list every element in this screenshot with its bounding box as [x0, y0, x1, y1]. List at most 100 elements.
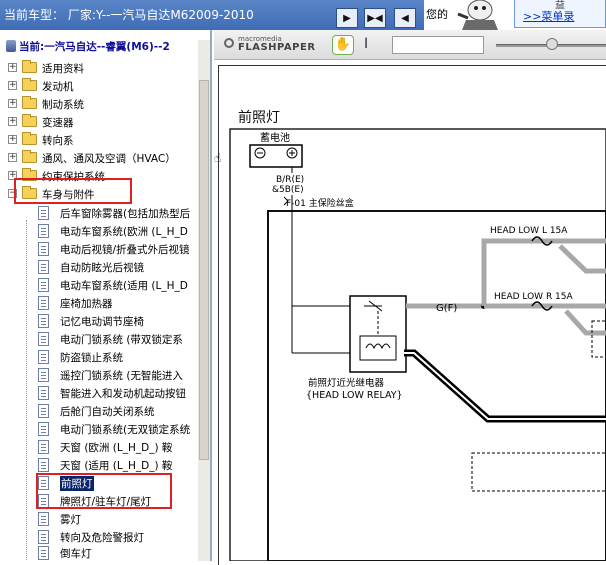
- wire-code-1: B/R(E): [276, 175, 304, 185]
- document-icon: [38, 512, 49, 526]
- expand-icon[interactable]: +: [8, 81, 17, 90]
- macromedia-logo-icon: [224, 38, 234, 48]
- connector-box: [471, 452, 606, 492]
- folder-label: 制动系统: [42, 99, 84, 111]
- document-icon: [38, 314, 49, 328]
- document-icon: [38, 260, 49, 274]
- leaf-label: 电动车窗系统(适用 (L_H_D: [60, 280, 188, 292]
- folder-icon: [22, 114, 37, 127]
- leaf-label: 倒车灯: [60, 548, 92, 560]
- tree-leaf[interactable]: 倒车灯: [0, 545, 198, 561]
- tree-leaf[interactable]: 座椅加热器: [0, 295, 198, 312]
- tree-leaf[interactable]: 电动门锁系统 (带双锁定系: [0, 331, 198, 348]
- tree-leaf[interactable]: 电动车窗系统(欧洲 (L_H_D: [0, 223, 198, 240]
- folder-icon: [22, 96, 37, 109]
- ground-wire-label: G(F): [436, 303, 457, 314]
- tree-leaf[interactable]: 电动后视镜/折叠式外后视镜: [0, 241, 198, 258]
- title-bar: 当前车型： 厂家:Y--一汽马自达M62009-2010 ▶ ▶◀ ◀ 您的 益…: [0, 0, 606, 30]
- tree-leaf[interactable]: 后舱门自动关闭系统: [0, 403, 198, 420]
- leaf-label: 智能进入和发动机起动按钮: [60, 388, 186, 400]
- leaf-label: 后车窗除雾器(包括加热型后: [60, 208, 191, 220]
- text-select-tool[interactable]: I: [364, 36, 368, 52]
- expand-icon[interactable]: +: [8, 153, 17, 162]
- tree-leaf[interactable]: 转向及危险警报灯: [0, 529, 198, 546]
- tree-folder[interactable]: + 制动系统: [0, 96, 198, 113]
- menu-link[interactable]: >>菜单录: [523, 8, 574, 24]
- document-icon: [38, 422, 49, 436]
- catalog-tree: 当前:一汽马自达--睿翼(M6)--2 + 适用资料 + 发动机 + 制动系统 …: [0, 30, 212, 561]
- hand-icon: ✋: [334, 37, 352, 52]
- fuse-box-label: F-01 主保险丝盒: [286, 197, 354, 209]
- relay-ground-wire: [404, 349, 606, 423]
- leaf-label: 自动防眩光后视镜: [60, 262, 144, 274]
- tree-leaf[interactable]: 雾灯: [0, 511, 198, 528]
- logo-big-text: FLASHPAPER: [238, 42, 316, 53]
- folder-label: 适用资料: [42, 63, 84, 75]
- document-icon: [38, 368, 49, 382]
- document-icon: [38, 332, 49, 346]
- folder-icon: [22, 132, 37, 145]
- tree-folder[interactable]: + 适用资料: [0, 60, 198, 77]
- document-icon: [38, 278, 49, 292]
- expand-icon[interactable]: +: [8, 99, 17, 108]
- folder-label: 通风、通风及空调（HVAC）: [42, 153, 176, 165]
- tree-leaf[interactable]: 防盗锁止系统: [0, 349, 198, 366]
- back-icon: ◀: [401, 12, 409, 24]
- tree-leaf[interactable]: 自动防眩光后视镜: [0, 259, 198, 276]
- tree-leaf[interactable]: 天窗 (适用 (L_H_D_) 鞍: [0, 457, 198, 474]
- tree-scrollbar[interactable]: [198, 40, 210, 561]
- tree-folder[interactable]: + 发动机: [0, 78, 198, 95]
- expand-icon[interactable]: +: [8, 117, 17, 126]
- current-model-title: 当前车型： 厂家:Y--一汽马自达M62009-2010: [4, 8, 254, 22]
- document-icon: [38, 206, 49, 220]
- menu-bubble: 益 >>菜单录: [514, 0, 606, 28]
- tree-leaf[interactable]: 后车窗除雾器(包括加热型后: [0, 205, 198, 222]
- connector-box: [591, 320, 606, 358]
- ad-message: 您的: [426, 8, 448, 21]
- leaf-label: 天窗 (适用 (L_H_D_) 鞍: [60, 460, 173, 472]
- next-button[interactable]: ▶: [336, 8, 358, 28]
- relay-label-cn: 前照灯近光继电器: [308, 377, 385, 389]
- leaf-label: 电动门锁系统(无双锁定系统: [60, 424, 191, 436]
- tree-leaf[interactable]: 记忆电动调节座椅: [0, 313, 198, 330]
- fuse-left-label: HEAD LOW L 15A: [490, 226, 568, 236]
- scroll-thumb[interactable]: [199, 80, 209, 460]
- fuse-right-label: HEAD LOW R 15A: [494, 292, 574, 302]
- tree-folder[interactable]: + 转向系: [0, 132, 198, 149]
- relay-label-en: {HEAD LOW RELAY}: [306, 390, 403, 401]
- folder-label: 变速器: [42, 117, 74, 129]
- viewer-toolbar: macromedia FLASHPAPER ✋ I: [214, 30, 606, 60]
- folder-icon: [22, 78, 37, 91]
- tree-folder[interactable]: + 通风、通风及空调（HVAC）: [0, 150, 198, 167]
- highlight-box: [14, 178, 132, 204]
- document-icon: [38, 546, 49, 560]
- document-icon: [38, 296, 49, 310]
- tree-leaf[interactable]: 天窗 (欧洲 (L_H_D_) 鞍: [0, 439, 198, 456]
- page-input[interactable]: [392, 36, 484, 54]
- expand-icon[interactable]: +: [8, 135, 17, 144]
- folder-label: 发动机: [42, 81, 74, 93]
- highlight-box: [36, 473, 172, 509]
- play-icon: ▶: [343, 12, 351, 24]
- document-icon: [38, 224, 49, 238]
- document-icon: [38, 350, 49, 364]
- expand-icon: ▶◀: [367, 12, 383, 24]
- tree-leaf[interactable]: 智能进入和发动机起动按钮: [0, 385, 198, 402]
- leaf-label: 转向及危险警报灯: [60, 532, 144, 544]
- expand-button[interactable]: ▶◀: [364, 8, 386, 28]
- leaf-label: 电动车窗系统(欧洲 (L_H_D: [60, 226, 188, 238]
- tree-leaf[interactable]: 电动车窗系统(适用 (L_H_D: [0, 277, 198, 294]
- prev-button[interactable]: ◀: [394, 8, 416, 28]
- hand-tool-button[interactable]: ✋: [332, 35, 354, 55]
- document-viewport: 前照灯 ☝ 蓄电池 B/R(E) &5B(E) F-01 主保险丝盒 G(F): [214, 61, 606, 565]
- zoom-slider-knob[interactable]: [546, 38, 558, 50]
- expand-icon[interactable]: +: [8, 63, 17, 72]
- folder-icon: [22, 150, 37, 163]
- leaf-label: 遥控门锁系统 (无智能进入: [60, 370, 183, 382]
- tree-leaf[interactable]: 遥控门锁系统 (无智能进入: [0, 367, 198, 384]
- document-icon: [38, 530, 49, 544]
- tree-folder[interactable]: + 变速器: [0, 114, 198, 131]
- leaf-label: 记忆电动调节座椅: [60, 316, 144, 328]
- tree-leaf[interactable]: 电动门锁系统(无双锁定系统: [0, 421, 198, 438]
- document-icon: [38, 242, 49, 256]
